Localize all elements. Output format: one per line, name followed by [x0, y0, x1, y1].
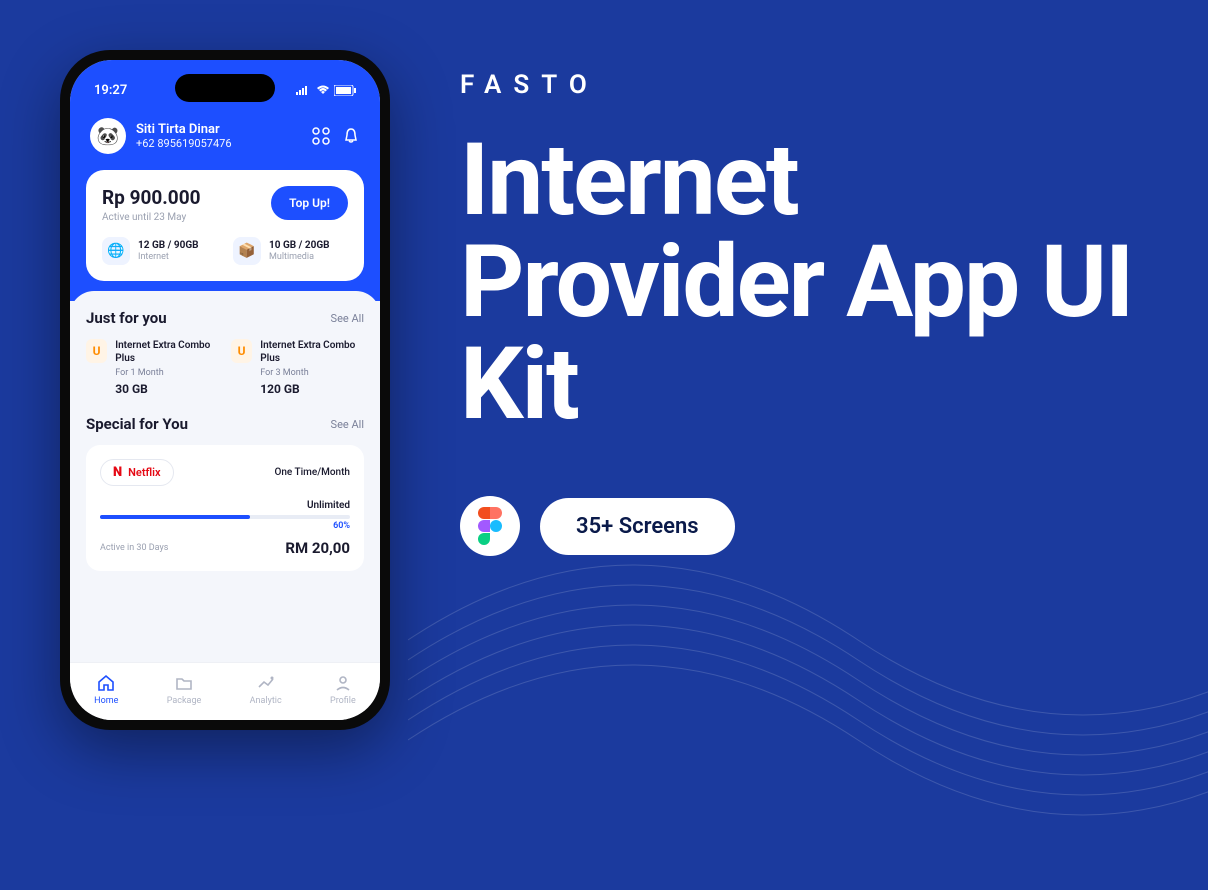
offer-card[interactable]: U Internet Extra Combo Plus For 3 Month … [231, 339, 364, 397]
chart-icon [256, 673, 276, 693]
status-time: 19:27 [94, 83, 127, 98]
figma-icon [477, 507, 503, 545]
globe-icon: 🌐 [102, 237, 130, 265]
offer-card[interactable]: U Internet Extra Combo Plus For 1 Month … [86, 339, 219, 397]
special-seeall[interactable]: See All [331, 418, 364, 431]
netflix-badge: N Netflix [100, 459, 174, 486]
figma-badge [460, 496, 520, 556]
balance-card: Rp 900.000 Active until 23 May Top Up! 🌐… [86, 170, 364, 281]
special-title: Special for You [86, 415, 188, 433]
nav-package-label: Package [167, 696, 202, 706]
nav-analytic-label: Analytic [250, 696, 282, 706]
balance-expiry: Active until 23 May [102, 212, 201, 223]
wifi-icon [316, 85, 330, 95]
special-card[interactable]: N Netflix One Time/Month Unlimited 60% A… [86, 445, 364, 571]
jfy-seeall[interactable]: See All [331, 312, 364, 325]
internet-label: Internet [138, 252, 199, 262]
phone-mockup: 19:27 🐼 Siti Tirta Dinar +62 89561905747… [60, 50, 390, 730]
provider-icon: U [86, 339, 107, 363]
topup-button[interactable]: Top Up! [271, 186, 348, 220]
multimedia-quota: 10 GB / 20GB [269, 240, 330, 251]
nav-profile-label: Profile [330, 696, 356, 706]
home-icon [96, 673, 116, 693]
netflix-label: Netflix [128, 466, 160, 479]
brand-name: FASTO [460, 70, 1148, 100]
phone-notch [175, 74, 275, 102]
bell-icon[interactable] [342, 127, 360, 145]
folder-icon [174, 673, 194, 693]
offer-duration: For 1 Month [115, 368, 219, 380]
offer-title: Internet Extra Combo Plus [260, 339, 364, 365]
offer-size: 120 GB [260, 382, 364, 398]
offer-size: 30 GB [115, 382, 219, 398]
profile-icon [333, 673, 353, 693]
offer-title: Internet Extra Combo Plus [115, 339, 219, 365]
progress-pct: 60% [100, 521, 350, 531]
nav-package[interactable]: Package [167, 673, 202, 706]
nav-home-label: Home [94, 696, 118, 706]
battery-icon [334, 85, 356, 96]
special-price: RM 20,00 [285, 539, 350, 557]
bottom-nav: Home Package Analytic Profile [70, 662, 380, 720]
progress-bar [100, 515, 350, 519]
user-phone: +62 895619057476 [136, 137, 302, 150]
headline: Internet Provider App UI Kit [460, 130, 1148, 436]
multimedia-label: Multimedia [269, 252, 330, 262]
special-active: Active in 30 Days [100, 543, 168, 553]
nav-home[interactable]: Home [94, 673, 118, 706]
internet-quota: 12 GB / 90GB [138, 240, 199, 251]
provider-icon: U [231, 339, 252, 363]
signal-icon [296, 85, 312, 95]
avatar[interactable]: 🐼 [90, 118, 126, 154]
nav-profile[interactable]: Profile [330, 673, 356, 706]
media-icon: 📦 [233, 237, 261, 265]
nav-analytic[interactable]: Analytic [250, 673, 282, 706]
netflix-icon: N [113, 465, 122, 480]
special-limit: Unlimited [100, 500, 350, 511]
special-period: One Time/Month [274, 467, 350, 478]
offer-duration: For 3 Month [260, 368, 364, 380]
app-header: 🐼 Siti Tirta Dinar +62 895619057476 [70, 108, 380, 170]
jfy-title: Just for you [86, 309, 167, 327]
screens-badge: 35+ Screens [540, 498, 735, 555]
user-name: Siti Tirta Dinar [136, 122, 302, 137]
apps-icon[interactable] [312, 127, 330, 145]
balance-amount: Rp 900.000 [102, 186, 201, 209]
